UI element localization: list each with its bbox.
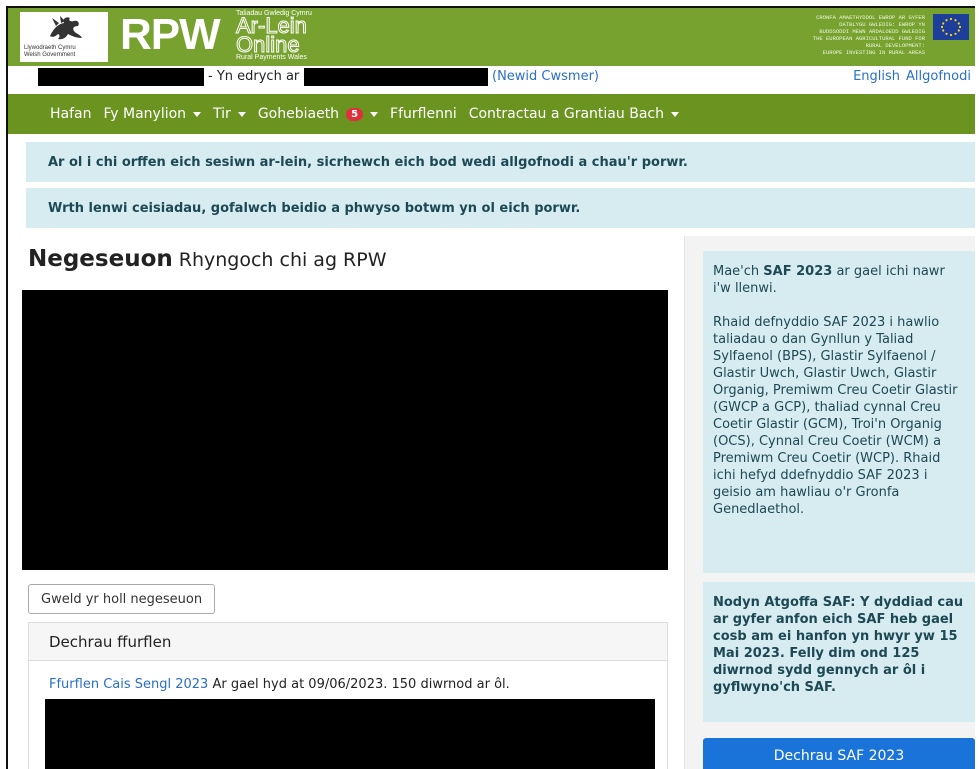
header-links: English Allgofnodi <box>847 69 971 84</box>
sidebar: Mae'ch SAF 2023 ar gael ichi nawr i'w ll… <box>684 236 975 769</box>
caret-down-icon <box>237 111 246 117</box>
caret-down-icon <box>193 111 202 117</box>
gov-name-welsh: Llywodraeth Cymru <box>24 45 76 51</box>
eu-funding-text: CRONFA AMAETHYDDOL EWROP AR GYFER DATBLY… <box>715 14 925 56</box>
nav-label: Gohebiaeth <box>257 106 340 122</box>
gov-name-english: Welsh Government <box>24 52 76 58</box>
nav-correspondence[interactable]: Gohebiaeth 5 <box>257 106 379 122</box>
rpw-logo[interactable]: RPW <box>120 13 221 57</box>
page-subtitle: Rhyngoch chi ag RPW <box>178 249 387 271</box>
nav-label: Fy Manylion <box>103 106 187 122</box>
nav-label: Tir <box>213 106 231 122</box>
eu-line: BUDDSODDI MEWN ARDALOEDD GWLEDIG <box>819 28 925 35</box>
main-navigation: Hafan Fy Manylion Tir Gohebiaeth 5 Ffurfl… <box>8 94 975 134</box>
nav-contracts-grants[interactable]: Contractau a Grantiau Bach <box>469 106 679 122</box>
welsh-government-logo[interactable]: Llywodraeth Cymru Welsh Government <box>20 12 108 62</box>
page-frame: Llywodraeth Cymru Welsh Government RPW T… <box>6 6 975 769</box>
card-title: Dechrau ffurflen <box>29 623 667 661</box>
caret-down-icon <box>370 111 379 117</box>
caret-down-icon <box>670 111 679 117</box>
english-language-link[interactable]: English <box>853 69 900 84</box>
page-title: Negeseuon Rhyngoch chi ag RPW <box>28 246 387 272</box>
eu-line: DATBLYGU GWLEDIG: EWROP YN <box>839 21 925 28</box>
change-customer-link[interactable]: (Newid Cwsmer) <box>492 69 599 84</box>
nav-forms[interactable]: Ffurflenni <box>390 106 457 122</box>
eu-flag-icon <box>933 14 969 40</box>
redacted-customer-name <box>304 68 488 86</box>
nav-label: Hafan <box>50 106 92 122</box>
redacted-messages-panel <box>22 290 668 570</box>
viewing-label: - Yn edrych ar <box>208 69 300 84</box>
saf-text-pre: Mae'ch <box>713 264 760 279</box>
back-button-warning-alert: Wrth lenwi ceisiadau, gofalwch beidio a … <box>26 188 975 228</box>
redacted-user-name <box>38 68 204 86</box>
logout-link[interactable]: Allgofnodi <box>906 69 971 84</box>
saf-availability-text: Mae'ch SAF 2023 ar gael ichi nawr i'w ll… <box>713 263 965 297</box>
single-application-form-link[interactable]: Ffurflen Cais Sengl 2023 <box>49 677 208 692</box>
saf-info-alert: Mae'ch SAF 2023 ar gael ichi nawr i'w ll… <box>703 251 975 573</box>
government-name: Llywodraeth Cymru Welsh Government <box>24 45 76 59</box>
eu-line: RURAL DEVELOPMENT: <box>865 42 925 49</box>
view-all-messages-button[interactable]: Gweld yr holl negeseuon <box>28 584 216 614</box>
nav-home[interactable]: Hafan <box>50 106 92 122</box>
nav-land[interactable]: Tir <box>213 106 246 122</box>
saf-year-bold: SAF 2023 <box>763 264 833 279</box>
redacted-form-content <box>45 699 655 769</box>
eu-line: CRONFA AMAETHYDDOL EWROP AR GYFER <box>816 14 925 21</box>
eu-line: THE EUROPEAN AGRICULTURAL FUND FOR <box>812 35 925 42</box>
eu-line: EUROPE INVESTING IN RURAL AREAS <box>822 49 925 56</box>
logout-warning-alert: Ar ol i chi orffen eich sesiwn ar-lein, … <box>26 142 975 182</box>
ar-lein-online-logo[interactable]: Taliadau Gwledig Cymru Ar-Lein Online Ru… <box>232 8 338 66</box>
page-title-main: Negeseuon <box>28 246 173 272</box>
nav-my-details[interactable]: Fy Manylion <box>104 106 202 122</box>
form-availability-line: Ffurflen Cais Sengl 2023 Ar gael hyd at … <box>49 677 510 692</box>
logo-online: Online <box>236 32 301 57</box>
start-form-card: Dechrau ffurflen Ffurflen Cais Sengl 202… <box>28 622 668 769</box>
customer-bar: - Yn edrych ar (Newid Cwsmer) English All… <box>8 66 975 90</box>
unread-count-badge: 5 <box>346 107 364 121</box>
logo-bottom-text: Rural Payments Wales <box>236 54 307 61</box>
start-saf-button[interactable]: Dechrau SAF 2023 <box>703 738 975 769</box>
form-availability-text: Ar gael hyd at 09/06/2023. 150 diwrnod a… <box>212 677 510 692</box>
nav-label: Ffurflenni <box>390 106 457 122</box>
saf-usage-text: Rhaid defnyddio SAF 2023 i hawlio taliad… <box>713 315 958 517</box>
site-header: Llywodraeth Cymru Welsh Government RPW T… <box>8 8 975 66</box>
welsh-dragon-icon <box>50 16 82 40</box>
nav-label: Contractau a Grantiau Bach <box>468 106 664 122</box>
saf-reminder-alert: Nodyn Atgoffa SAF: Y dyddiad cau ar gyfe… <box>703 582 975 722</box>
